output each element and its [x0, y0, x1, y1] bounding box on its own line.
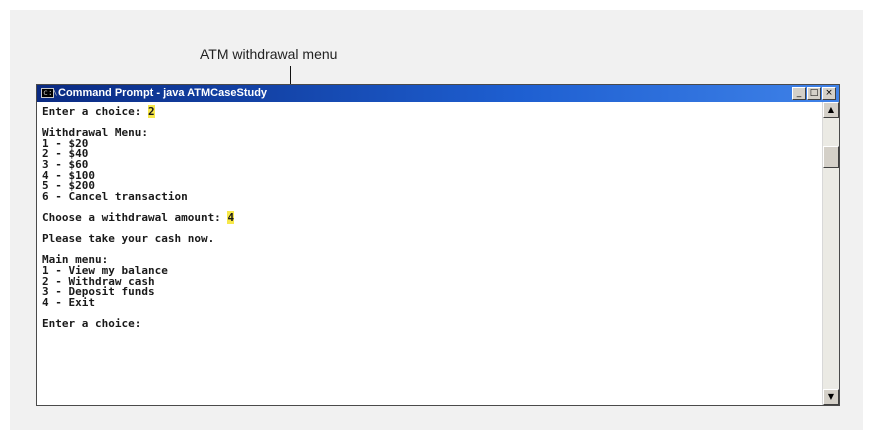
main-menu-option: 4 - Exit [42, 295, 95, 309]
scroll-down-icon[interactable]: ▼ [823, 389, 839, 405]
title-bar[interactable]: c:\ Command Prompt - java ATMCaseStudy _… [37, 85, 839, 102]
enter-choice-prompt: Enter a choice: [42, 105, 148, 118]
user-input-highlight: 4 [227, 210, 235, 224]
enter-choice-prompt: Enter a choice: [42, 316, 142, 330]
maximize-button[interactable]: □ [807, 87, 821, 100]
callout-label: ATM withdrawal menu [200, 46, 338, 62]
window-controls: _ □ × [792, 87, 836, 100]
withdrawal-option: 6 - Cancel transaction [42, 189, 188, 203]
console-line: Enter a choice: 2 [42, 105, 155, 118]
scroll-thumb[interactable] [823, 146, 839, 168]
window-title: Command Prompt - java ATMCaseStudy [58, 87, 268, 99]
console-line: Choose a withdrawal amount: 4 [42, 210, 235, 224]
close-button[interactable]: × [822, 87, 836, 100]
choose-amount-prompt: Choose a withdrawal amount: [42, 210, 228, 224]
minimize-button[interactable]: _ [792, 87, 806, 100]
take-cash-message: Please take your cash now. [42, 232, 215, 246]
user-input-highlight: 2 [147, 105, 155, 118]
scroll-up-icon[interactable]: ▲ [823, 102, 839, 118]
console-icon[interactable]: c:\ [41, 88, 57, 98]
vertical-scrollbar[interactable]: ▲ ▼ [822, 102, 839, 405]
console-output[interactable]: Enter a choice: 2 Withdrawal Menu: 1 - $… [37, 102, 822, 405]
command-prompt-window: c:\ Command Prompt - java ATMCaseStudy _… [36, 84, 840, 406]
